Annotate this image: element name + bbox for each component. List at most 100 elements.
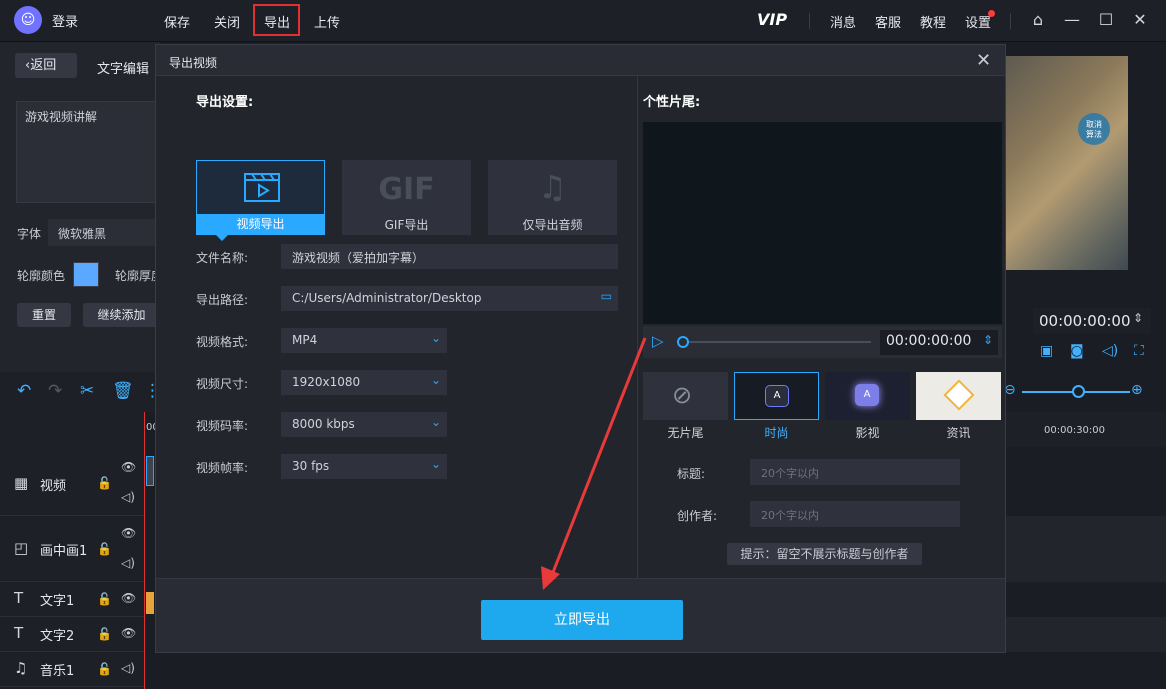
- camera-icon[interactable]: ◙: [1070, 343, 1084, 359]
- gif-icon: GIF: [378, 172, 435, 207]
- fit-icon[interactable]: ▣: [1040, 343, 1053, 359]
- path-label: 导出路径:: [196, 293, 249, 307]
- menu-support[interactable]: 客服: [875, 12, 901, 31]
- eye-icon[interactable]: 👁: [121, 460, 136, 474]
- font-select[interactable]: 微软雅黑: [48, 219, 160, 246]
- template-none[interactable]: ⊘: [643, 372, 728, 420]
- playhead[interactable]: [144, 412, 145, 689]
- speaker-icon[interactable]: ◁): [1102, 343, 1118, 359]
- template-cinema[interactable]: A: [825, 372, 910, 420]
- tab-text-edit[interactable]: 文字编辑: [97, 58, 149, 77]
- undo-icon[interactable]: ↶: [17, 381, 31, 401]
- eye-icon[interactable]: 👁: [121, 526, 136, 540]
- mode-label: GIF导出: [384, 218, 429, 232]
- reset-button[interactable]: 重置: [17, 303, 71, 327]
- preview-game-button: 取消 算法: [1078, 113, 1110, 145]
- volume-icon[interactable]: ◁): [121, 556, 135, 570]
- text-content-input[interactable]: 游戏视频讲解: [16, 101, 161, 203]
- back-button[interactable]: ‹返回: [15, 53, 77, 78]
- menu-settings[interactable]: 设置: [965, 12, 991, 31]
- back-label: 返回: [30, 58, 57, 73]
- outline-color-swatch[interactable]: [73, 262, 99, 287]
- mode-label: 视频导出: [197, 214, 324, 234]
- home-icon[interactable]: ⌂: [1028, 10, 1048, 30]
- text-clip[interactable]: [146, 592, 154, 614]
- video-clip[interactable]: [146, 456, 154, 486]
- chevron-down-icon: ⌄: [430, 415, 441, 429]
- redo-icon[interactable]: ↷: [48, 381, 62, 401]
- lock-icon[interactable]: 🔓: [97, 542, 112, 556]
- dialog-footer: 立即导出: [156, 578, 1005, 652]
- continue-add-button[interactable]: 继续添加: [83, 303, 160, 327]
- fps-select[interactable]: 30 fps ⌄: [281, 454, 447, 479]
- close-icon[interactable]: ✕: [976, 50, 991, 71]
- ending-tip: 提示：留空不展示标题与创作者: [727, 543, 922, 565]
- eye-icon[interactable]: 👁: [121, 626, 136, 640]
- app-logo-icon[interactable]: ☺: [14, 6, 42, 34]
- ending-title: 个性片尾:: [643, 95, 701, 110]
- mode-audio-export[interactable]: ♫ 仅导出音频: [488, 160, 617, 235]
- news-thumb-icon: [943, 379, 975, 411]
- login-link[interactable]: 登录: [52, 11, 78, 30]
- bitrate-value: 8000 kbps: [292, 417, 355, 431]
- volume-icon[interactable]: ◁): [121, 661, 135, 675]
- timecode-stepper-icon[interactable]: ⇕: [1133, 311, 1143, 325]
- template-news[interactable]: [916, 372, 1001, 420]
- vip-badge[interactable]: VIP: [757, 10, 787, 29]
- fullscreen-icon[interactable]: ⛶: [1134, 343, 1144, 359]
- trash-icon[interactable]: 🗑: [112, 381, 134, 401]
- folder-icon[interactable]: ▭: [601, 289, 612, 303]
- play-icon[interactable]: ▷: [652, 332, 664, 350]
- eye-icon[interactable]: 👁: [121, 591, 136, 605]
- progress-track[interactable]: [689, 341, 871, 343]
- text-icon: T: [14, 624, 24, 642]
- ending-author-input[interactable]: 20个字以内: [750, 501, 960, 527]
- font-label: 字体: [17, 227, 42, 241]
- split-icon[interactable]: ⋮: [144, 381, 154, 401]
- mode-gif-export[interactable]: GIF GIF导出: [342, 160, 471, 235]
- menu-upload[interactable]: 上传: [314, 12, 340, 31]
- filename-input[interactable]: 游戏视频（爱拍加字幕）: [281, 244, 618, 269]
- progress-handle[interactable]: [677, 336, 689, 348]
- zoom-in-icon[interactable]: ⊕: [1131, 382, 1143, 398]
- video-clapper-icon: [244, 173, 280, 202]
- scissors-icon[interactable]: ✂: [80, 381, 94, 401]
- volume-icon[interactable]: ◁): [121, 490, 135, 504]
- menu-messages[interactable]: 消息: [830, 12, 856, 31]
- mode-video-export[interactable]: 视频导出: [196, 160, 325, 235]
- template-fashion[interactable]: A: [734, 372, 819, 420]
- format-value: MP4: [292, 333, 318, 347]
- text-icon: T: [14, 589, 24, 607]
- lock-icon[interactable]: 🔓: [97, 476, 112, 490]
- text2-track-area: [1006, 617, 1166, 652]
- lock-icon[interactable]: 🔓: [97, 662, 112, 676]
- lock-icon[interactable]: 🔓: [97, 627, 112, 641]
- dialog-title: 导出视频: [169, 56, 218, 70]
- close-window-icon[interactable]: ✕: [1130, 10, 1150, 30]
- size-select[interactable]: 1920x1080 ⌄: [281, 370, 447, 395]
- menu-close[interactable]: 关闭: [214, 12, 240, 31]
- ending-title-input[interactable]: 20个字以内: [750, 459, 960, 485]
- lock-icon[interactable]: 🔓: [97, 592, 112, 606]
- track-name: 文字1: [40, 594, 75, 609]
- menu-tutorial[interactable]: 教程: [920, 12, 946, 31]
- track-name: 视频: [40, 479, 67, 494]
- format-select[interactable]: MP4 ⌄: [281, 328, 447, 353]
- export-now-button[interactable]: 立即导出: [481, 600, 683, 640]
- divider: [809, 13, 810, 29]
- track-name: 画中画1: [40, 544, 88, 559]
- path-value: C:/Users/Administrator/Desktop: [292, 291, 482, 305]
- track-name: 文字2: [40, 629, 75, 644]
- ending-title-label: 标题:: [677, 467, 706, 481]
- zoom-slider-handle[interactable]: [1072, 385, 1085, 398]
- ending-preview: [643, 122, 1002, 324]
- divider: [1010, 13, 1011, 29]
- bitrate-select[interactable]: 8000 kbps ⌄: [281, 412, 447, 437]
- maximize-icon[interactable]: ☐: [1096, 10, 1116, 30]
- timecode-stepper-icon[interactable]: ⇕: [983, 333, 993, 347]
- menu-save[interactable]: 保存: [164, 12, 190, 31]
- track-name: 音乐1: [40, 664, 75, 679]
- ending-timecode[interactable]: 00:00:00:00: [880, 330, 998, 355]
- path-input[interactable]: C:/Users/Administrator/Desktop ▭: [281, 286, 618, 311]
- minimize-icon[interactable]: —: [1062, 10, 1082, 30]
